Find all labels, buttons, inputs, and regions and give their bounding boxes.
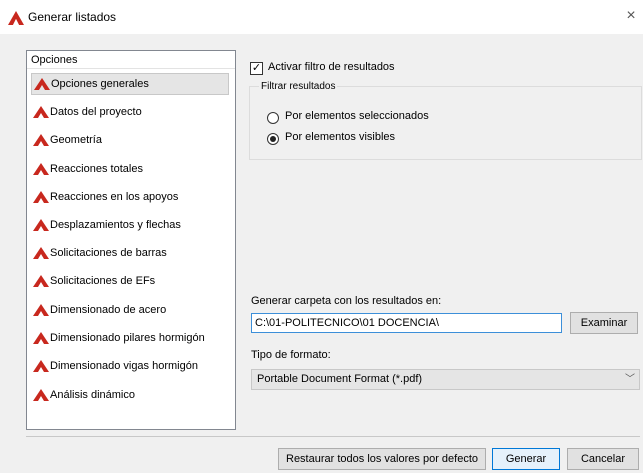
cancel-button[interactable]: Cancelar bbox=[567, 448, 639, 470]
list-item-datos-del-proyecto[interactable]: Datos del proyecto bbox=[31, 101, 229, 123]
radio-visible-elements-label[interactable]: Por elementos visibles bbox=[285, 131, 395, 143]
list-item-solicitaciones-barras[interactable]: Solicitaciones de barras bbox=[31, 242, 229, 264]
red-triangle-logo-icon bbox=[33, 304, 49, 317]
list-item-dimensionado-pilares[interactable]: Dimensionado pilares hormigón bbox=[31, 327, 229, 349]
red-triangle-logo-icon bbox=[33, 389, 49, 402]
list-item-opciones-generales[interactable]: Opciones generales bbox=[31, 73, 229, 95]
list-item-label: Análisis dinámico bbox=[50, 389, 135, 402]
bottom-separator bbox=[26, 436, 640, 437]
radio-selected-elements[interactable] bbox=[267, 112, 279, 124]
title-bar: Generar listados × bbox=[0, 0, 643, 34]
list-item-label: Dimensionado pilares hormigón bbox=[50, 332, 205, 345]
list-item-solicitaciones-efs[interactable]: Solicitaciones de EFs bbox=[31, 270, 229, 292]
filter-group-title: Filtrar resultados bbox=[259, 81, 338, 92]
restore-defaults-button[interactable]: Restaurar todos los valores por defecto bbox=[278, 448, 486, 470]
format-select-value: Portable Document Format (*.pdf) bbox=[257, 373, 423, 385]
list-item-label: Desplazamientos y flechas bbox=[50, 219, 181, 232]
red-triangle-logo-icon bbox=[33, 247, 49, 260]
radio-selected-elements-label[interactable]: Por elementos seleccionados bbox=[285, 110, 429, 122]
list-item-geometria[interactable]: Geometría bbox=[31, 129, 229, 151]
list-item-analisis-dinamico[interactable]: Análisis dinámico bbox=[31, 384, 229, 406]
radio-dot bbox=[270, 136, 276, 142]
filter-checkbox-label[interactable]: Activar filtro de resultados bbox=[268, 61, 395, 73]
filter-checkbox[interactable]: ✓ bbox=[250, 62, 263, 75]
window-title: Generar listados bbox=[28, 10, 117, 24]
red-triangle-logo-icon bbox=[33, 219, 49, 232]
dialog-body: Opciones Opciones generales Datos del pr… bbox=[0, 34, 643, 473]
output-folder-input[interactable]: C:\01-POLITECNICO\01 DOCENCIA\ bbox=[251, 313, 562, 333]
list-item-label: Dimensionado de acero bbox=[50, 304, 167, 317]
output-folder-label: Generar carpeta con los resultados en: bbox=[251, 295, 442, 307]
list-item-label: Solicitaciones de EFs bbox=[50, 275, 156, 288]
radio-visible-elements[interactable] bbox=[267, 133, 279, 145]
format-label: Tipo de formato: bbox=[251, 349, 331, 361]
red-triangle-logo-icon bbox=[33, 191, 49, 204]
options-list-panel: Opciones Opciones generales Datos del pr… bbox=[26, 50, 236, 430]
list-item-reacciones-apoyos[interactable]: Reacciones en los apoyos bbox=[31, 186, 229, 208]
list-item-label: Datos del proyecto bbox=[50, 106, 142, 119]
red-triangle-logo-icon bbox=[33, 134, 49, 147]
list-item-dimensionado-acero[interactable]: Dimensionado de acero bbox=[31, 299, 229, 321]
list-item-reacciones-totales[interactable]: Reacciones totales bbox=[31, 158, 229, 180]
close-icon[interactable]: × bbox=[619, 6, 643, 26]
list-item-label: Dimensionado vigas hormigón bbox=[50, 360, 198, 373]
red-triangle-logo-icon bbox=[34, 78, 50, 91]
red-triangle-logo-icon bbox=[33, 106, 49, 119]
browse-button[interactable]: Examinar bbox=[570, 312, 638, 334]
red-triangle-logo-icon bbox=[33, 332, 49, 345]
format-select[interactable]: Portable Document Format (*.pdf) ﹀ bbox=[251, 369, 640, 390]
red-triangle-logo-icon bbox=[33, 163, 49, 176]
app-logo-icon bbox=[8, 11, 24, 25]
red-triangle-logo-icon bbox=[33, 360, 49, 373]
red-triangle-logo-icon bbox=[33, 275, 49, 288]
list-item-desplazamientos[interactable]: Desplazamientos y flechas bbox=[31, 214, 229, 236]
list-item-label: Reacciones totales bbox=[50, 163, 143, 176]
list-item-label: Opciones generales bbox=[51, 78, 149, 91]
generate-button[interactable]: Generar bbox=[492, 448, 560, 470]
list-item-label: Geometría bbox=[50, 134, 102, 147]
list-item-label: Reacciones en los apoyos bbox=[50, 191, 179, 204]
list-item-label: Solicitaciones de barras bbox=[50, 247, 167, 260]
filter-groupbox bbox=[249, 86, 642, 160]
list-item-dimensionado-vigas[interactable]: Dimensionado vigas hormigón bbox=[31, 355, 229, 377]
chevron-down-icon: ﹀ bbox=[625, 374, 635, 385]
options-list-header: Opciones bbox=[27, 51, 235, 69]
